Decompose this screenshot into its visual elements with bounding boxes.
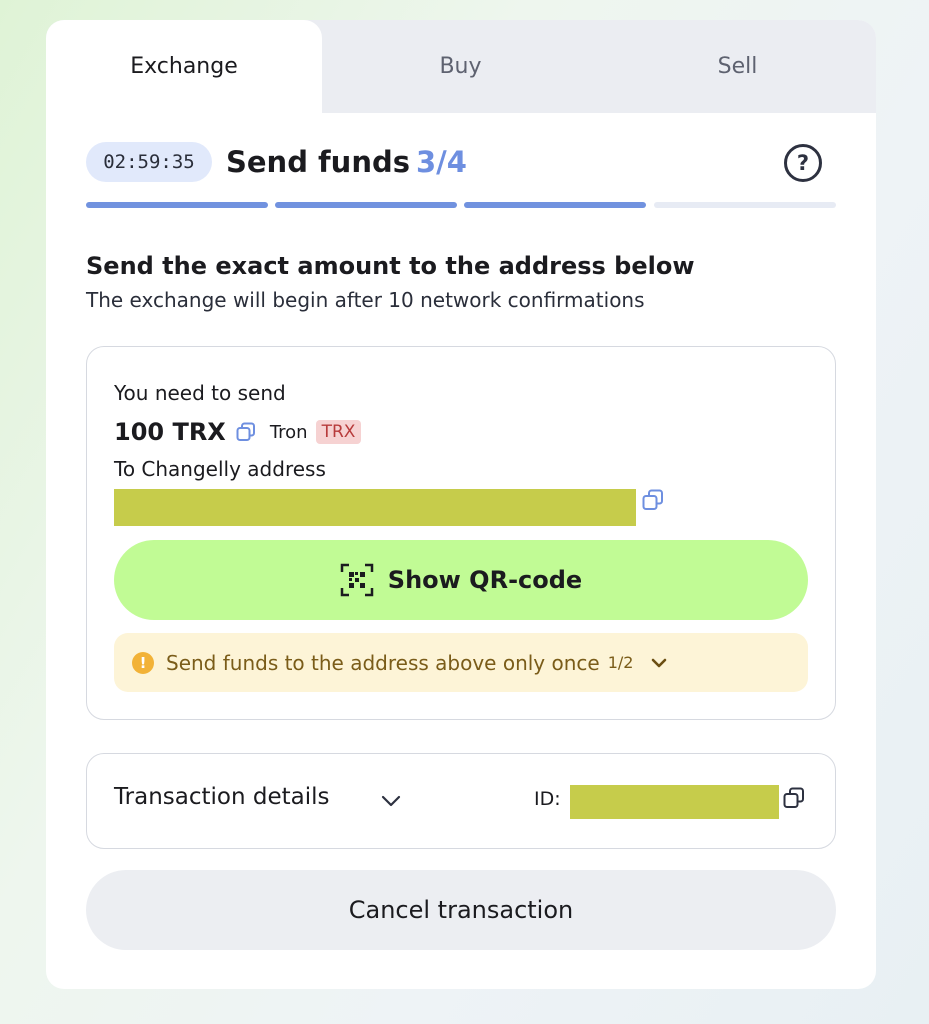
chevron-down-icon — [652, 658, 667, 667]
instructions-subtitle: The exchange will begin after 10 network… — [86, 288, 645, 312]
tab-sell[interactable]: Sell — [599, 20, 876, 113]
redacted-transaction-id — [570, 785, 779, 819]
qr-button-label: Show QR-code — [387, 566, 583, 594]
progress-segment — [275, 202, 457, 208]
amount-row: 100 TRX Tron TRX — [114, 415, 362, 449]
help-icon[interactable]: ? — [784, 144, 822, 182]
qr-code-icon — [340, 563, 374, 597]
cancel-transaction-button[interactable]: Cancel transaction — [86, 870, 836, 950]
tab-exchange[interactable]: Exchange — [46, 20, 322, 113]
send-details-box: You need to send 100 TRX Tron TRX To Cha… — [86, 346, 836, 720]
exchange-card: Exchange Buy Sell 02:59:35 Send funds 3/4… — [46, 20, 876, 989]
step-counter: 3/4 — [415, 145, 467, 179]
progress-segment — [464, 202, 646, 208]
chevron-down-icon[interactable] — [381, 795, 401, 807]
copy-address-icon[interactable] — [642, 489, 664, 511]
copy-id-icon[interactable] — [783, 787, 805, 809]
tab-buy[interactable]: Buy — [322, 20, 599, 113]
step-progress-bar — [86, 202, 836, 208]
address-label: To Changelly address — [114, 457, 326, 481]
progress-segment — [654, 202, 836, 208]
countdown-timer: 02:59:35 — [86, 142, 212, 182]
need-to-send-label: You need to send — [114, 381, 286, 405]
transaction-details-panel: Transaction details ID: — [86, 753, 836, 849]
transaction-details-toggle[interactable]: Transaction details — [114, 784, 330, 810]
warning-counter: 1/2 — [607, 653, 634, 672]
ticker-badge: TRX — [315, 420, 362, 444]
send-amount: 100 TRX — [114, 418, 226, 446]
send-once-warning[interactable]: ! Send funds to the address above only o… — [114, 633, 808, 692]
network-name: Tron — [269, 421, 308, 443]
step-header: Send funds 3/4 — [226, 140, 467, 184]
tab-bar: Exchange Buy Sell — [46, 20, 876, 113]
copy-amount-icon[interactable] — [236, 422, 256, 442]
instructions-title: Send the exact amount to the address bel… — [86, 252, 695, 280]
step-title: Send funds — [226, 145, 410, 179]
warning-text: Send funds to the address above only onc… — [166, 650, 600, 675]
show-qr-code-button[interactable]: Show QR-code — [114, 540, 808, 620]
progress-segment — [86, 202, 268, 208]
warning-icon: ! — [132, 651, 154, 674]
transaction-id-label: ID: — [534, 788, 561, 810]
redacted-address — [114, 489, 636, 526]
